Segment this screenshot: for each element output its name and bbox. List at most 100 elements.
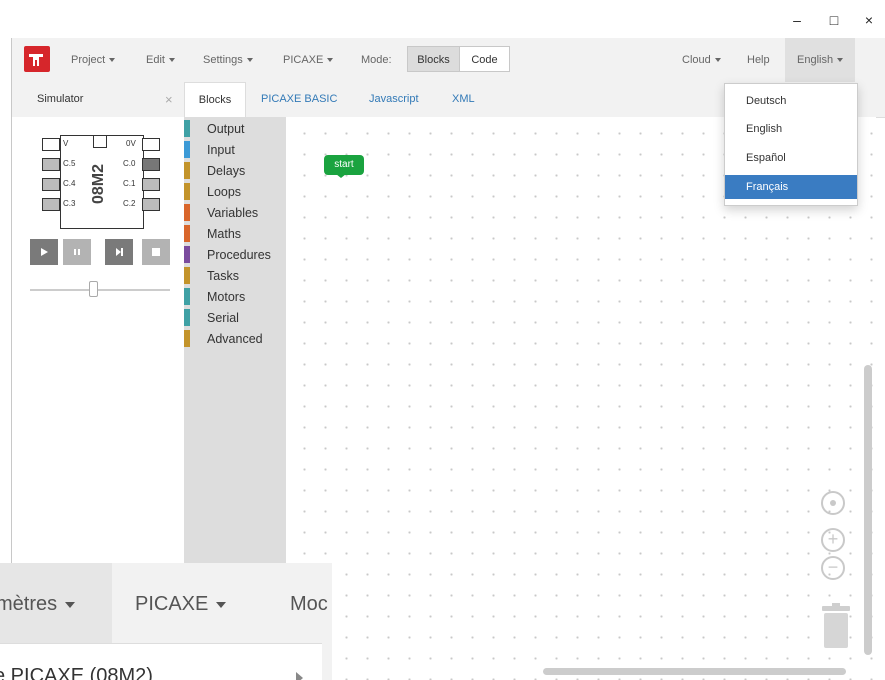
play-button[interactable] — [30, 239, 58, 265]
menu-picaxe[interactable]: PICAXE — [283, 38, 334, 82]
zoom-menu-settings-label: mètres — [0, 593, 58, 615]
caret-down-icon — [327, 58, 334, 63]
caret-down-icon — [65, 601, 76, 608]
close-window-button[interactable]: × — [852, 8, 885, 32]
maximize-button[interactable]: □ — [817, 8, 851, 32]
chip-pin[interactable] — [142, 198, 160, 211]
play-icon — [41, 248, 48, 256]
step-icon — [116, 248, 123, 256]
category-label: Procedures — [207, 248, 271, 262]
speed-slider[interactable] — [30, 289, 170, 291]
mode-label: Mode: — [361, 54, 392, 66]
category-color-bar — [184, 203, 190, 221]
chip-pin[interactable] — [142, 178, 160, 191]
tab-picaxe-basic[interactable]: PICAXE BASIC — [261, 82, 337, 117]
zoom-in-icon[interactable]: + — [821, 528, 845, 552]
category-color-bar — [184, 308, 190, 326]
menu-language[interactable]: English — [785, 38, 855, 82]
mode-code-button[interactable]: Code — [459, 46, 510, 72]
menu-edit[interactable]: Edit — [146, 38, 175, 82]
category-procedures[interactable]: Procedures — [184, 245, 271, 266]
category-label: Variables — [207, 206, 259, 220]
pin-label: C.0 — [123, 159, 136, 168]
category-color-bar — [184, 245, 190, 263]
tab-simulator[interactable]: Simulator — [37, 82, 83, 117]
menu-help[interactable]: Help — [747, 38, 770, 82]
category-tasks[interactable]: Tasks — [184, 266, 239, 287]
menu-project[interactable]: Project — [71, 38, 116, 82]
chip-notch — [93, 135, 107, 148]
category-label: Serial — [207, 311, 239, 325]
pin-label: C.1 — [123, 179, 136, 188]
title-bar: – □ × — [11, 0, 885, 38]
zoom-out-icon[interactable]: − — [821, 556, 845, 580]
category-serial[interactable]: Serial — [184, 308, 239, 329]
category-label: Advanced — [207, 332, 263, 346]
category-color-bar — [184, 224, 190, 242]
category-variables[interactable]: Variables — [184, 203, 258, 224]
horizontal-scrollbar[interactable] — [543, 668, 846, 675]
category-color-bar — [184, 119, 190, 137]
chip-pin[interactable] — [142, 138, 160, 151]
slider-handle[interactable] — [89, 281, 98, 297]
minimize-button[interactable]: – — [780, 8, 814, 32]
caret-down-icon — [109, 58, 116, 63]
menu-language-label: English — [797, 54, 834, 66]
language-option-english[interactable]: English — [725, 117, 857, 141]
category-input[interactable]: Input — [184, 140, 235, 161]
menu-cloud-label: Cloud — [682, 54, 711, 66]
stop-icon — [152, 248, 160, 256]
category-color-bar — [184, 287, 190, 305]
category-maths[interactable]: Maths — [184, 224, 241, 245]
tab-javascript[interactable]: Javascript — [369, 82, 419, 117]
tab-xml[interactable]: XML — [452, 82, 475, 117]
category-color-bar — [184, 266, 190, 284]
chevron-right-icon — [296, 672, 303, 680]
zoom-menu-picaxe: PICAXE — [135, 593, 227, 616]
category-label: Tasks — [207, 269, 239, 283]
zoom-menu-settings: mètres — [0, 593, 76, 616]
caret-down-icon — [837, 58, 844, 63]
chip-pin[interactable] — [42, 178, 60, 191]
picaxe-logo-icon[interactable] — [24, 46, 50, 72]
category-delays[interactable]: Delays — [184, 161, 245, 182]
tab-blocks[interactable]: Blocks — [184, 82, 246, 119]
caret-down-icon — [714, 58, 721, 63]
menu-cloud[interactable]: Cloud — [682, 38, 721, 82]
category-loops[interactable]: Loops — [184, 182, 241, 203]
language-option-francais[interactable]: Français — [725, 175, 857, 199]
vertical-scrollbar[interactable] — [864, 365, 872, 655]
category-output[interactable]: Output — [184, 119, 245, 140]
language-option-deutsch[interactable]: Deutsch — [725, 89, 857, 113]
mode-blocks-button[interactable]: Blocks — [407, 46, 460, 72]
step-button[interactable] — [105, 239, 133, 265]
category-motors[interactable]: Motors — [184, 287, 245, 308]
chip-pin[interactable] — [42, 158, 60, 171]
close-simulator-icon[interactable]: × — [165, 82, 173, 117]
category-color-bar — [184, 182, 190, 200]
menu-settings-label: Settings — [203, 54, 243, 66]
recenter-icon[interactable] — [821, 491, 845, 515]
chip-pin[interactable] — [142, 158, 160, 171]
category-color-bar — [184, 329, 190, 347]
pin-label: C.2 — [123, 199, 136, 208]
zoom-menu-mode: Moc — [290, 593, 328, 615]
pause-icon — [74, 249, 80, 255]
category-label: Loops — [207, 185, 242, 199]
zoomed-menu-preview: mètres PICAXE Moc e PICAXE (08M2) — [0, 563, 332, 680]
start-block-notch — [336, 174, 346, 178]
trash-icon[interactable] — [818, 602, 854, 650]
chip-pin[interactable] — [42, 138, 60, 151]
category-color-bar — [184, 140, 190, 158]
language-option-espanol[interactable]: Español — [725, 146, 857, 170]
category-label: Input — [207, 143, 235, 157]
menu-settings[interactable]: Settings — [203, 38, 253, 82]
pin-label: V — [63, 139, 69, 148]
chip-pin[interactable] — [42, 198, 60, 211]
start-block[interactable]: start — [324, 155, 364, 175]
stop-button[interactable] — [142, 239, 170, 265]
zoom-submenu-item: e PICAXE (08M2) — [0, 665, 153, 680]
category-advanced[interactable]: Advanced — [184, 329, 263, 350]
pin-label: C.4 — [63, 179, 76, 188]
pause-button[interactable] — [63, 239, 91, 265]
